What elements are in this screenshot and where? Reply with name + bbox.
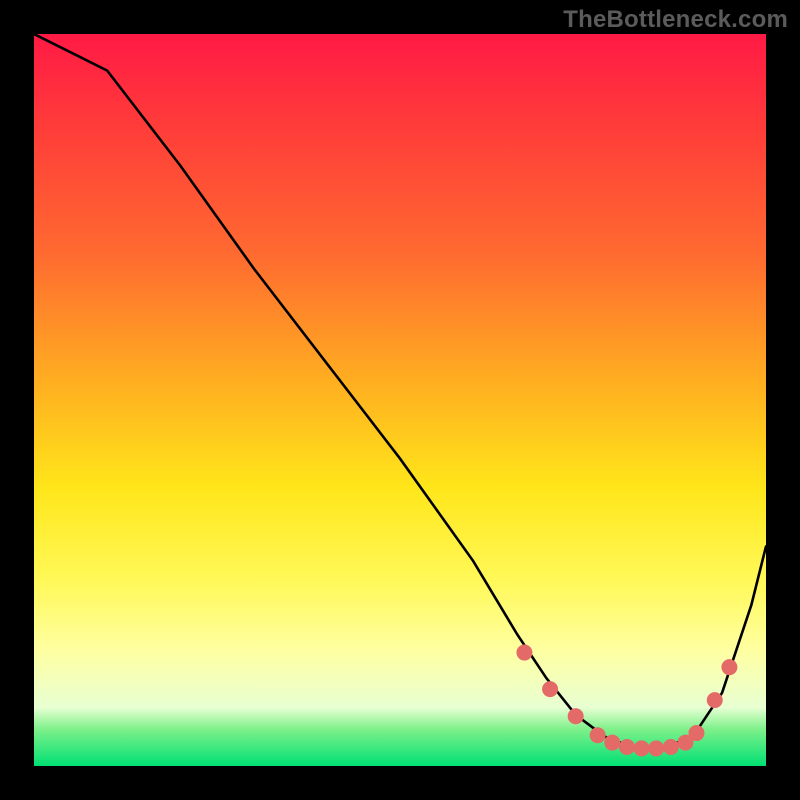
chart-container: TheBottleneck.com	[0, 0, 800, 800]
marker-point	[590, 727, 606, 743]
marker-point	[568, 708, 584, 724]
marker-point	[663, 739, 679, 755]
marker-point	[648, 740, 664, 756]
marker-group	[516, 645, 737, 757]
plot-area	[34, 34, 766, 766]
marker-point	[516, 645, 532, 661]
marker-point	[707, 692, 723, 708]
marker-point	[542, 681, 558, 697]
watermark-text: TheBottleneck.com	[563, 6, 788, 34]
curve-line	[34, 34, 766, 748]
marker-point	[604, 735, 620, 751]
marker-point	[634, 740, 650, 756]
marker-point	[688, 725, 704, 741]
marker-point	[721, 659, 737, 675]
marker-point	[619, 739, 635, 755]
chart-overlay	[34, 34, 766, 766]
